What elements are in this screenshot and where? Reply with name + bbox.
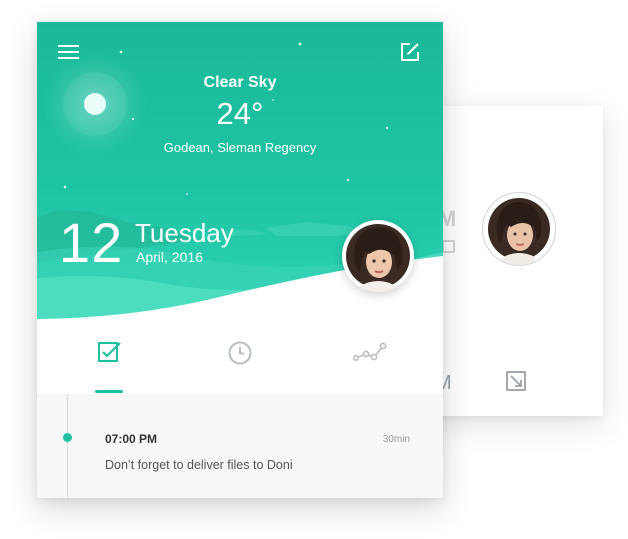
- weather-condition: Clear Sky: [203, 74, 277, 91]
- tab-tasks[interactable]: [97, 340, 123, 369]
- date-weekday: Tuesday: [135, 218, 234, 248]
- weather-task-card: Clear Sky 24° Godean, Sleman Regency 12 …: [37, 22, 443, 498]
- date-day-number: 12: [59, 211, 124, 274]
- tab-stats[interactable]: [352, 340, 387, 369]
- clock-icon: [228, 341, 252, 365]
- tab-bar: [37, 322, 443, 394]
- back-card-checkbox-fragment: [442, 240, 455, 253]
- task-check-icon: [98, 342, 121, 362]
- timeline-dot: [63, 433, 72, 442]
- temperature: 24°: [216, 96, 264, 131]
- timeline-line: [67, 394, 68, 498]
- stats-line-icon: [352, 342, 387, 362]
- compose-icon[interactable]: [399, 41, 421, 68]
- task-list: 07:00 PM 30min Don’t forget to deliver f…: [37, 394, 443, 498]
- task-description: Don’t forget to deliver files to Doni: [105, 458, 293, 472]
- weather-location: Godean, Sleman Regency: [163, 140, 317, 155]
- task-time: 07:00 PM: [105, 432, 158, 446]
- menu-icon[interactable]: [57, 43, 81, 66]
- profile-avatar[interactable]: [342, 220, 414, 292]
- back-card-avatar: [482, 192, 556, 266]
- date-month-year: April, 2016: [136, 249, 203, 265]
- tab-history[interactable]: [227, 340, 253, 371]
- back-card-edit-icon: [505, 370, 527, 397]
- task-duration: 30min: [382, 434, 410, 445]
- active-tab-indicator: [95, 390, 123, 393]
